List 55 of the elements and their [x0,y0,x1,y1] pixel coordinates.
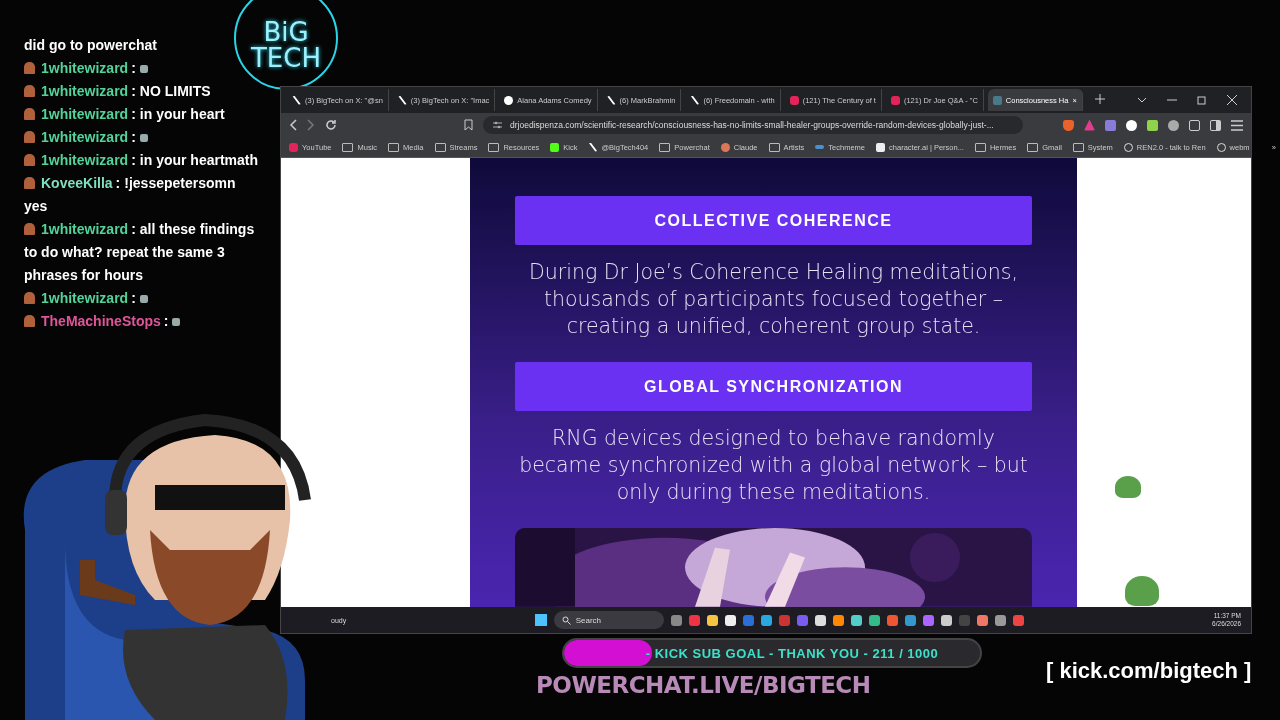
user-badge-icon [24,108,35,120]
section-heading: COLLECTIVE COHERENCE [515,196,1032,246]
chat-message: 1whitewizard : all these findings to do what? repeat the same 3 phrases for hours [24,220,256,285]
app-icon[interactable] [940,614,952,626]
app-icon[interactable] [994,614,1006,626]
extension-icon[interactable] [1147,119,1158,131]
address-bar[interactable]: drjoedispenza.com/scientific-research/consciousness-has-no-limits-small-healer-groups-override-random-devices-globally-just-... [483,116,1023,134]
user-badge-icon [24,292,35,304]
user-badge-icon [24,223,35,235]
chat-message: 1whitewizard : [24,287,260,310]
channel-url: [ kick.com/bigtech ] [1046,658,1252,684]
new-tab-icon[interactable] [1094,94,1105,106]
sidebar-icon[interactable] [1210,119,1221,131]
close-icon[interactable] [1227,95,1237,105]
forward-icon[interactable] [307,119,315,131]
app-icon[interactable] [724,614,736,626]
app-icon[interactable] [976,614,988,626]
extension-icon[interactable] [1168,119,1179,131]
menu-icon[interactable] [1231,119,1243,131]
chat-message: 1whitewizard : [24,126,260,149]
emote-icon [139,65,148,73]
chat-message: TheMachineStops : [24,310,260,333]
user-badge-icon [24,154,35,166]
user-badge-icon [24,85,35,97]
chevron-icon[interactable] [1137,95,1147,105]
bookmark-icon[interactable] [464,119,473,131]
app-icon[interactable] [706,614,718,626]
app-icon[interactable] [868,614,880,626]
user-badge-icon [24,177,35,189]
banner-text: POWERCHAT.LIVE/BIGTECH [536,672,871,698]
back-icon[interactable] [289,119,297,131]
chat-message: did go to powerchat [24,36,158,55]
site-settings-icon[interactable] [493,121,502,129]
app-icon[interactable] [760,614,772,626]
reload-icon[interactable] [325,119,337,131]
start-icon[interactable] [534,614,547,626]
section-text: RNG devices designed to behave randomly became synchronized with a global network – but only during these meditations. [518,425,1029,507]
app-icon[interactable] [832,614,844,626]
emote-icon [172,318,181,326]
sub-goal-bar: - KICK SUB GOAL - THANK YOU - 211 / 1000 [562,638,982,668]
chat-message: 1whitewizard : in your heartmath [24,149,260,172]
chat-message: 1whitewizard : in your heart [24,103,260,126]
user-badge-icon [24,315,35,327]
emote-icon [139,295,148,303]
restore-icon[interactable] [1197,95,1207,105]
shield-icon[interactable] [1063,119,1074,131]
extension-icon[interactable] [1126,119,1137,131]
app-icon[interactable] [814,614,826,626]
user-badge-icon [24,131,35,143]
search-field[interactable]: Search [553,611,664,629]
app-icon[interactable] [850,614,862,626]
emote-icon [139,134,148,142]
user-badge-icon [24,62,35,74]
section-text: During Dr Joe’s Coherence Healing meditations, thousands of participants focused together – creating a unified, coherent group state. [528,259,1019,341]
section-heading: GLOBAL SYNCHRONIZATION [515,362,1032,412]
